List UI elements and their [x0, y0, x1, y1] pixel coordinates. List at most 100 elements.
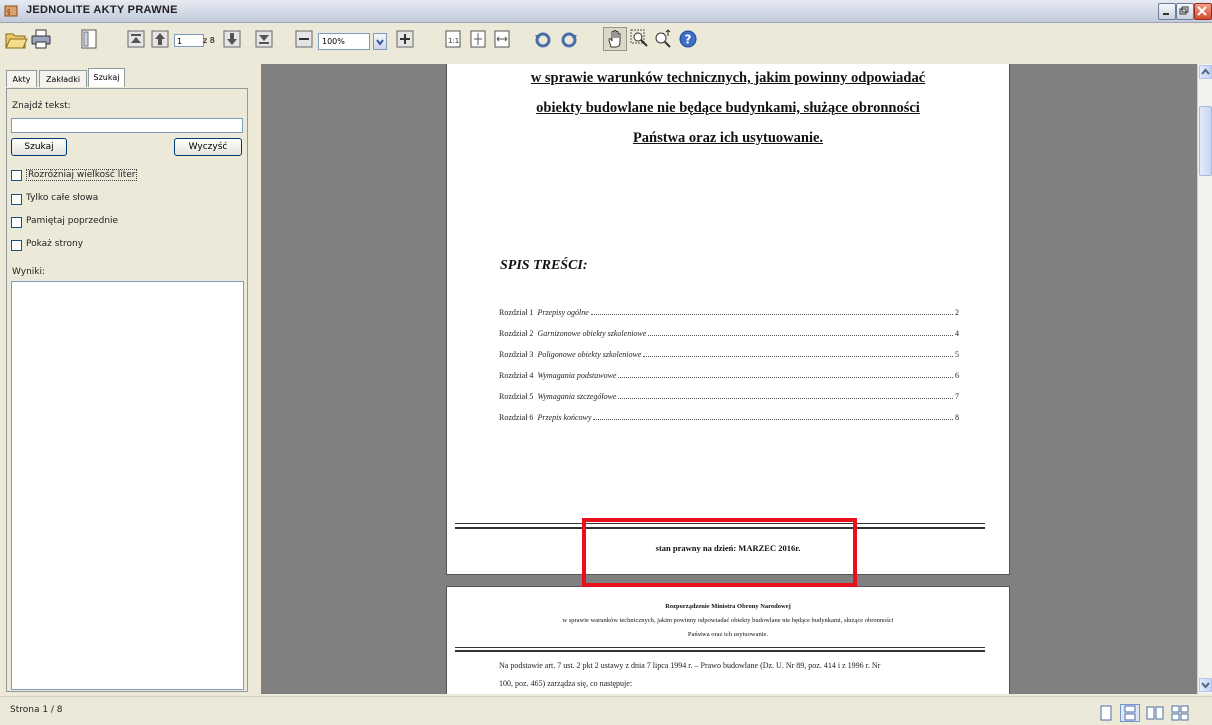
tab-zakladki[interactable]: Zakładki — [39, 70, 87, 87]
toc-entry[interactable]: Rozdział 4 Wymagania podstawowe 6 — [499, 371, 959, 380]
first-page-button[interactable] — [124, 27, 148, 51]
fit-width-button[interactable] — [490, 27, 514, 51]
zoom-out-button[interactable] — [292, 27, 316, 51]
tab-akty[interactable]: Akty — [6, 70, 37, 87]
toc-leader — [648, 329, 953, 336]
toc-entry[interactable]: Rozdział 1 Przepisy ogólne 2 — [499, 308, 959, 317]
dynamic-zoom-icon — [655, 29, 671, 48]
hand-tool-button[interactable] — [603, 27, 627, 51]
rotate-right-button[interactable] — [557, 27, 581, 51]
toc-name: Poligonowe obiekty szkoleniowe — [537, 350, 642, 359]
toggle-sidebar-button[interactable] — [77, 27, 101, 51]
minimize-button[interactable] — [1158, 3, 1176, 20]
toc-name: Wymagania szczegółowe — [537, 392, 617, 401]
results-label: Wyniki: — [12, 267, 46, 277]
zoom-dropdown-button[interactable] — [373, 33, 387, 50]
next-page-button[interactable] — [220, 27, 244, 51]
toc-chapter: Rozdział 4 — [499, 371, 534, 380]
restore-icon — [1179, 6, 1189, 15]
title-bar: § JEDNOLITE AKTY PRAWNE — [0, 0, 1212, 23]
continuous-facing-icon — [1171, 705, 1189, 721]
fit-page-button[interactable] — [466, 27, 490, 51]
toolbar: 1 z 8 100% 1:1 ? — [0, 23, 1212, 65]
zoom-in-button[interactable] — [393, 27, 417, 51]
remember-previous-label: Pamiętaj poprzednie — [26, 216, 119, 226]
print-button[interactable] — [29, 27, 53, 51]
toc-entry[interactable]: Rozdział 5 Wymagania szczegółowe 7 — [499, 392, 959, 401]
folder-open-icon — [5, 33, 28, 49]
document-viewer[interactable]: w sprawie warunków technicznych, jakim p… — [261, 64, 1197, 694]
scroll-down-button[interactable] — [1199, 678, 1212, 692]
match-case-checkbox[interactable] — [11, 170, 22, 181]
single-page-icon — [1100, 705, 1112, 721]
page-count-label: z 8 — [203, 36, 215, 45]
toc-leader — [590, 308, 953, 315]
search-panel: Znajdź tekst: Szukaj Wyczyść Rozróżniaj … — [6, 88, 248, 692]
marquee-zoom-button[interactable] — [628, 27, 652, 51]
regulation-title: Rozporządzenie Ministra Obrony Narodowej — [665, 603, 791, 610]
results-list[interactable] — [11, 281, 244, 690]
hand-icon — [608, 30, 621, 48]
toc-entry[interactable]: Rozdział 3 Poligonowe obiekty szkoleniow… — [499, 350, 959, 359]
fit-page-icon — [470, 30, 486, 48]
previous-page-button[interactable] — [148, 27, 172, 51]
app-icon: § — [4, 5, 18, 17]
toc-name: Przepisy ogólne — [537, 308, 589, 317]
help-button[interactable]: ? — [676, 27, 700, 51]
svg-text:?: ? — [685, 33, 692, 47]
continuous-view-button[interactable] — [1120, 704, 1140, 722]
last-page-button[interactable] — [252, 27, 276, 51]
actual-size-icon: 1:1 — [445, 30, 461, 48]
dynamic-zoom-button[interactable] — [651, 27, 675, 51]
toc-entry[interactable]: Rozdział 6 Przepis końcowy 8 — [499, 413, 959, 422]
rotate-left-button[interactable] — [531, 27, 555, 51]
tab-szukaj[interactable]: Szukaj — [88, 68, 125, 87]
toc-page: 2 — [955, 308, 959, 317]
scroll-thumb[interactable] — [1199, 106, 1212, 176]
close-button[interactable] — [1194, 3, 1212, 20]
heading-line-3: Państwa oraz ich usytuowanie. — [632, 130, 824, 146]
fit-width-icon — [494, 30, 510, 48]
toc-page: 8 — [955, 413, 959, 422]
scroll-up-button[interactable] — [1199, 65, 1212, 79]
body-line-2: 100, poz. 465) zarządza się, co następuj… — [499, 679, 633, 688]
actual-size-button[interactable]: 1:1 — [441, 27, 465, 51]
facing-pages-icon — [1146, 706, 1164, 720]
single-page-view-button[interactable] — [1096, 704, 1116, 722]
toc-chapter: Rozdział 5 — [499, 392, 534, 401]
match-case-label: Rozróżniaj wielkość liter — [26, 169, 138, 181]
printer-icon — [31, 29, 51, 49]
toc-chapter: Rozdział 3 — [499, 350, 534, 359]
toc-leader — [643, 350, 953, 357]
heading-line-1: w sprawie warunków technicznych, jakim p… — [530, 70, 926, 86]
toc-chapter: Rozdział 1 — [499, 308, 534, 317]
highlight-box — [582, 518, 857, 587]
whole-words-checkbox[interactable] — [11, 194, 22, 205]
search-button[interactable]: Szukaj — [11, 138, 67, 156]
show-pages-checkbox[interactable] — [11, 240, 22, 251]
maximize-button[interactable] — [1176, 3, 1194, 20]
search-input[interactable] — [11, 118, 243, 133]
help-icon: ? — [679, 30, 697, 48]
rotate-right-icon — [561, 32, 577, 48]
toc-page: 7 — [955, 392, 959, 401]
toc-title: SPIS TREŚCI: — [500, 258, 588, 273]
vertical-scrollbar[interactable] — [1197, 64, 1212, 694]
rotate-left-icon — [535, 32, 551, 48]
clear-button[interactable]: Wyczyść — [174, 138, 242, 156]
open-button[interactable] — [4, 27, 28, 51]
toc-leader — [618, 371, 953, 378]
facing-view-button[interactable] — [1145, 704, 1165, 722]
page-number-input[interactable]: 1 — [174, 34, 204, 47]
remember-previous-checkbox[interactable] — [11, 217, 22, 228]
continuous-facing-view-button[interactable] — [1170, 704, 1190, 722]
whole-words-label: Tylko całe słowa — [26, 193, 99, 203]
toc-page: 4 — [955, 329, 959, 338]
close-icon — [1197, 6, 1207, 16]
toc-name: Przepis końcowy — [537, 413, 592, 422]
toc-chapter: Rozdział 6 — [499, 413, 534, 422]
divider-line — [455, 647, 985, 648]
last-page-icon — [255, 30, 273, 48]
zoom-level-field[interactable]: 100% — [318, 33, 370, 50]
toc-entry[interactable]: Rozdział 2 Garnizonowe obiekty szkolenio… — [499, 329, 959, 338]
